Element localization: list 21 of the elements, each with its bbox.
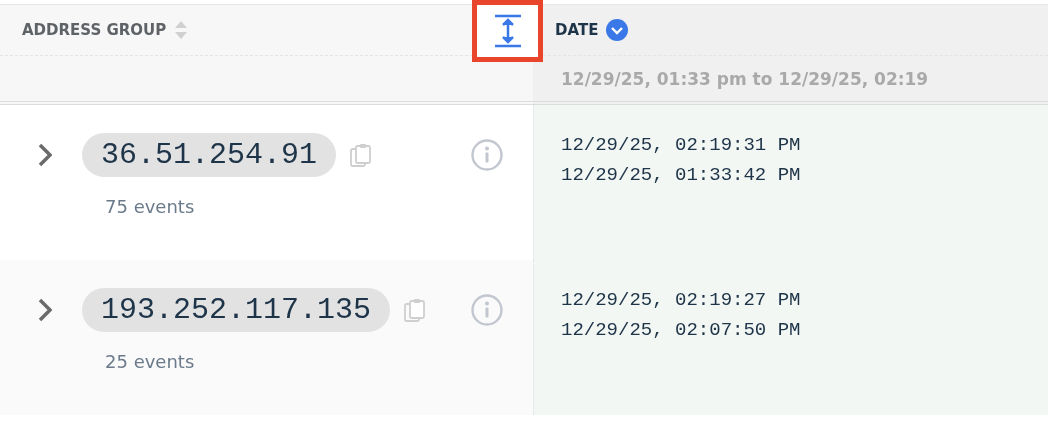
chevron-right-icon[interactable] [38, 298, 52, 322]
sort-icon[interactable] [174, 20, 189, 40]
date-value: 12/29/25, 02:07:50 PM [561, 319, 802, 341]
expand-height-icon [492, 14, 523, 48]
sort-descending-icon[interactable] [606, 19, 629, 41]
date-value: 12/29/25, 02:19:31 PM [561, 134, 802, 156]
date-value: 12/29/25, 02:19:27 PM [561, 289, 802, 311]
copy-icon[interactable] [350, 143, 373, 167]
ip-address-tag: 193.252.117.135 [82, 288, 391, 332]
column-header[interactable]: DATE [555, 21, 599, 39]
event-count: 75 events [105, 196, 196, 217]
date-value: 12/29/25, 01:33:42 PM [561, 164, 802, 186]
event-count: 25 events [105, 351, 196, 372]
copy-icon[interactable] [404, 298, 427, 322]
ip-address-tag: 36.51.254.91 [82, 133, 337, 177]
chevron-right-icon[interactable] [38, 143, 52, 167]
row-height-button[interactable] [472, 0, 543, 62]
info-icon[interactable] [471, 294, 503, 326]
info-icon[interactable] [471, 139, 503, 171]
column-header[interactable]: ADDRESS GROUP [22, 21, 167, 39]
date-range-filter: 12/29/25, 01:33 pm to 12/29/25, 02:19 [561, 68, 929, 89]
